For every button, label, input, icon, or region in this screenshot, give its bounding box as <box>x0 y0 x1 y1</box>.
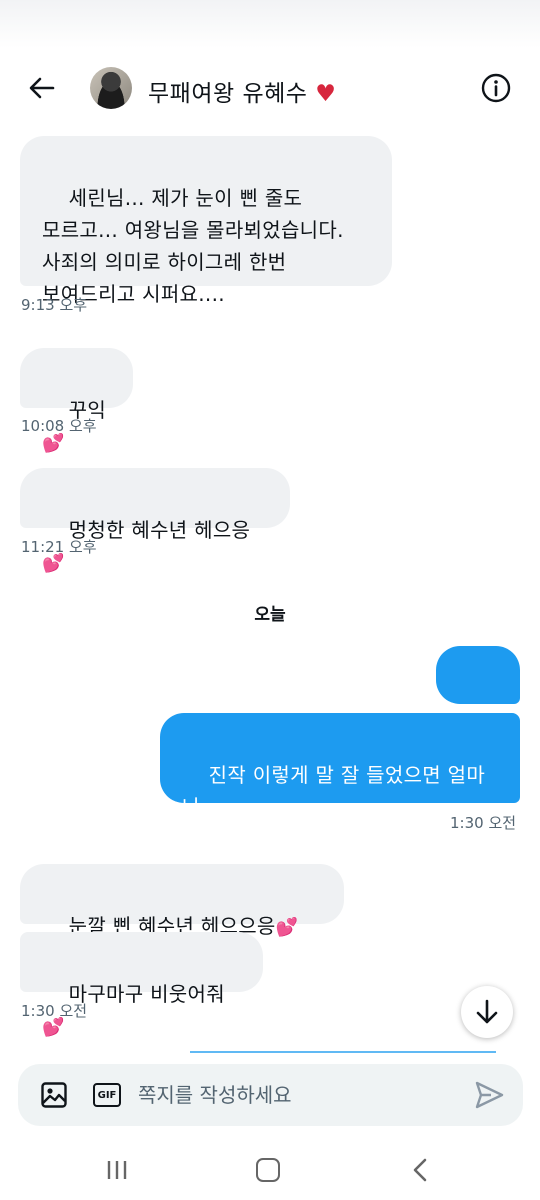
message-input[interactable] <box>138 1076 458 1114</box>
message-timestamp: 10:08 오후 <box>21 417 97 435</box>
message-timestamp: 1:30 오전 <box>21 1002 88 1020</box>
nav-back-icon <box>413 1158 427 1182</box>
message-bubble-incoming[interactable]: 마구마구 비웃어줘💕 <box>20 932 263 1038</box>
send-icon <box>475 1081 504 1109</box>
info-icon <box>481 73 511 103</box>
system-navigation-bar <box>0 1140 540 1200</box>
conversation-info-button[interactable] <box>480 72 512 104</box>
heart-icon: ♥ <box>315 81 337 107</box>
scroll-to-bottom-button[interactable] <box>461 986 513 1038</box>
message-bubble-incoming[interactable]: 꾸익💕 <box>20 348 133 454</box>
message-bubble-outgoing[interactable]: 그래 <box>436 646 520 752</box>
message-text: 진작 이렇게 말 잘 들었으면 얼마나 좋니? <box>182 763 486 851</box>
dm-conversation-screen: 무패여왕 유혜수 ♥ 세린님... 제가 눈이 삔 줄도 모르고... 여왕님을… <box>0 0 540 1200</box>
message-text: 마구마구 비웃어줘 <box>68 982 225 1006</box>
gif-button[interactable]: GIF <box>93 1083 121 1107</box>
image-icon <box>41 1082 67 1108</box>
conversation-header: 무패여왕 유혜수 ♥ <box>0 56 540 120</box>
avatar[interactable] <box>90 67 132 109</box>
arrow-left-icon <box>29 77 55 99</box>
recents-button[interactable] <box>106 1160 128 1180</box>
recents-icon <box>107 1161 127 1179</box>
add-media-button[interactable] <box>40 1081 68 1109</box>
divider <box>190 1051 496 1053</box>
message-bubble-incoming[interactable]: 세린님... 제가 눈이 삔 줄도 모르고... 여왕님을 몰라뵈었습니다. 사… <box>20 136 392 306</box>
status-area <box>0 0 540 48</box>
system-back-button[interactable] <box>410 1158 430 1182</box>
arrow-down-icon <box>476 999 498 1024</box>
conversation-title-text: 무패여왕 유혜수 <box>148 81 308 107</box>
message-timestamp: 11:21 오후 <box>21 538 97 556</box>
message-bubble-incoming[interactable]: 눈깔 삔 혜수년 헤으으응💕 💕 <box>20 864 344 972</box>
message-timestamp: 9:13 오후 <box>21 296 88 314</box>
message-text: 세린님... 제가 눈이 삔 줄도 모르고... 여왕님을 몰라뵈었습니다. 사… <box>42 186 344 306</box>
send-button[interactable] <box>474 1080 504 1110</box>
back-button[interactable] <box>22 70 62 106</box>
message-composer: GIF <box>18 1064 523 1126</box>
conversation-title[interactable]: 무패여왕 유혜수 ♥ <box>148 74 336 108</box>
day-separator: 오늘 <box>254 605 286 625</box>
message-bubble-incoming[interactable]: 멍청한 혜수년 헤으응💕 <box>20 468 290 574</box>
two-hearts-icon: 💕 <box>42 433 65 454</box>
message-bubble-outgoing[interactable]: 진작 이렇게 말 잘 들었으면 얼마나 좋니? <box>160 713 520 851</box>
message-timestamp: 1:30 오전 <box>450 814 517 832</box>
home-icon[interactable] <box>256 1158 280 1182</box>
